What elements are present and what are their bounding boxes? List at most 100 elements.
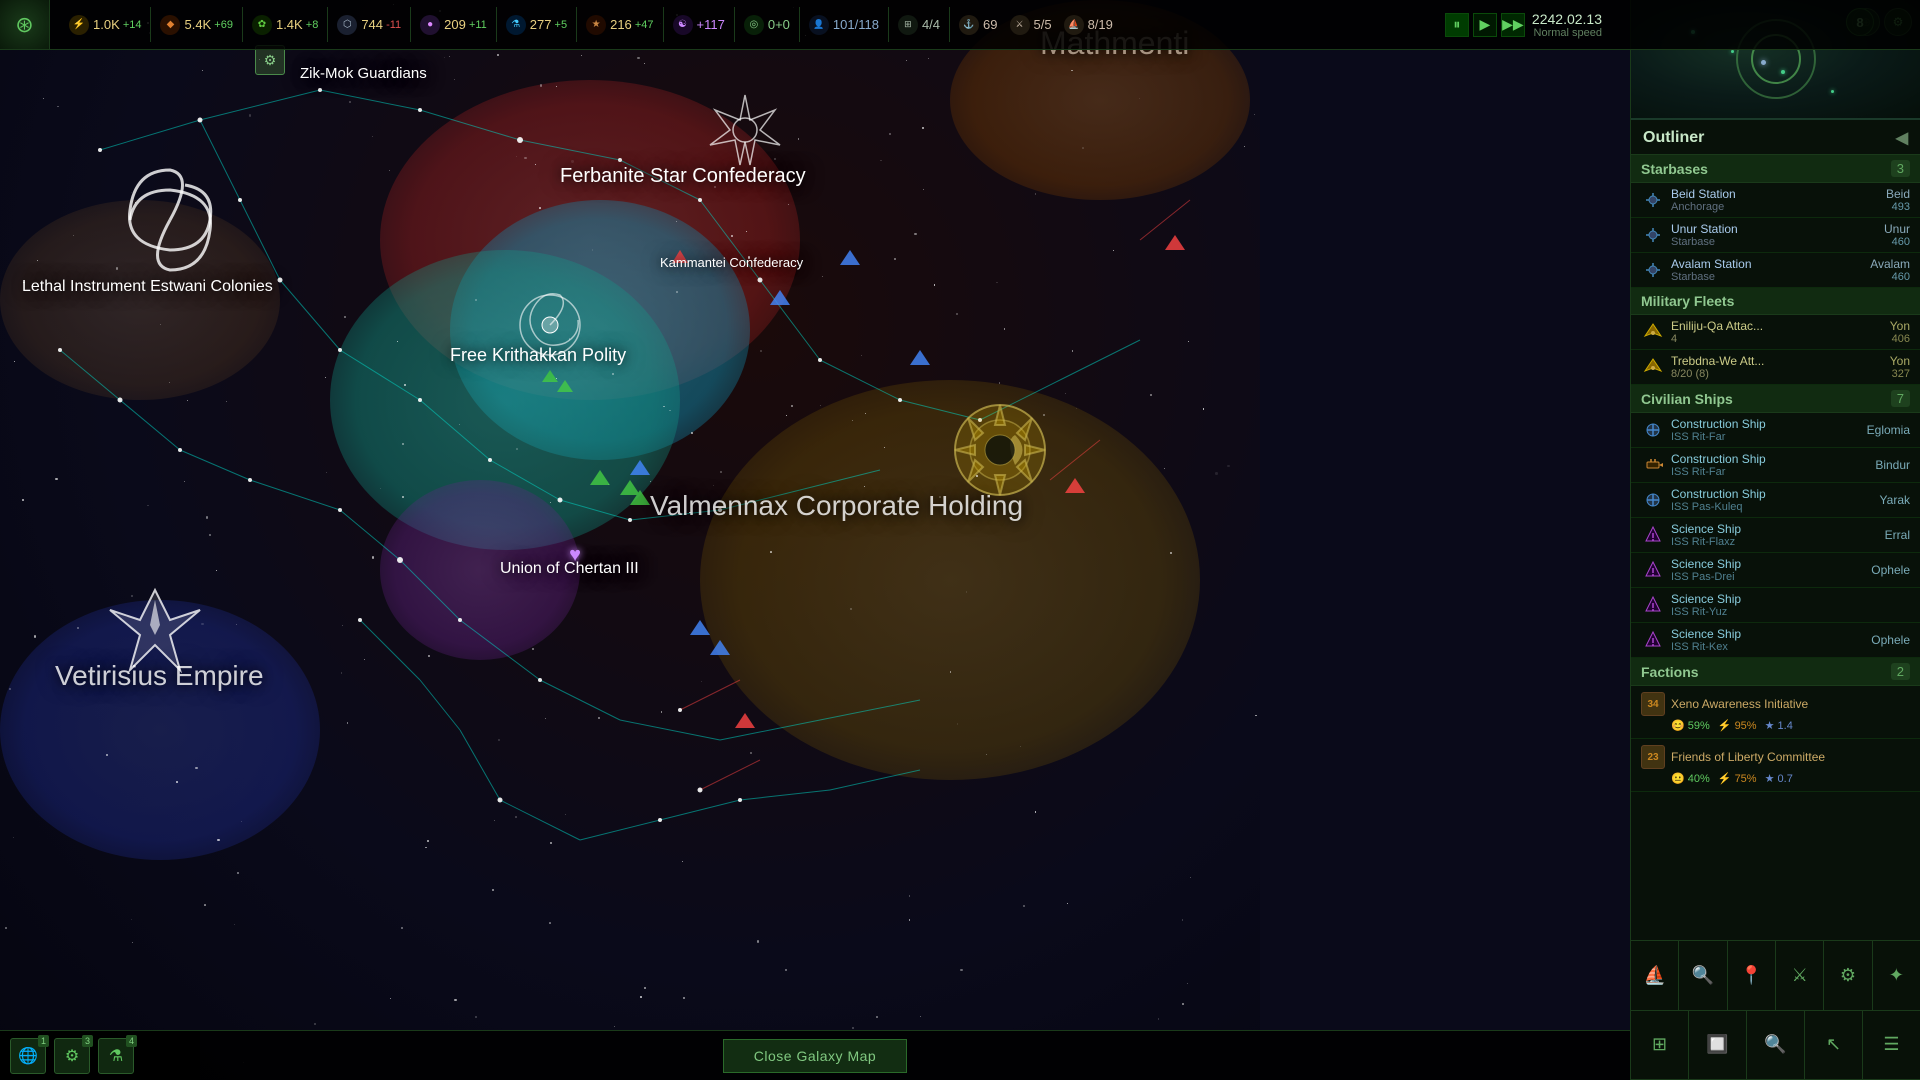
rpb-settings-button[interactable]: ⚙ xyxy=(1824,941,1872,1010)
rpb-search-button[interactable]: 🔍 xyxy=(1679,941,1727,1010)
pop-icon: 👤 xyxy=(809,15,829,35)
background-star xyxy=(37,260,38,261)
close-galaxy-button[interactable]: Close Galaxy Map xyxy=(723,1039,907,1073)
fleet-item-trebdna[interactable]: Trebdna-We Att... 8/20 (8) Yon 327 xyxy=(1631,350,1920,385)
military-fleets-section-header[interactable]: Military Fleets xyxy=(1631,288,1920,315)
civ-item-science-1[interactable]: Science Ship ISS Rit-Flaxz Erral xyxy=(1631,518,1920,553)
resource-ships2[interactable]: ⚔ 5/5 xyxy=(1010,15,1052,35)
background-star xyxy=(1244,146,1245,147)
rpb-home-button[interactable]: ↖ xyxy=(1805,1011,1863,1080)
background-star xyxy=(880,160,881,161)
lethal-logo xyxy=(115,165,225,275)
background-star xyxy=(923,189,924,190)
rpb-zoom-button[interactable]: 🔲 xyxy=(1689,1011,1747,1080)
starbase-item-unur[interactable]: Unur Station Starbase Unur 460 xyxy=(1631,218,1920,253)
resource-alloys[interactable]: ⬡ 744 -11 xyxy=(337,15,401,35)
resource-ships3[interactable]: ⛵ 8/19 xyxy=(1064,15,1113,35)
civ-item-science-2[interactable]: Science Ship ISS Pas-Drei Ophele xyxy=(1631,553,1920,588)
resource-cohesion[interactable]: ◎ 0+0 xyxy=(744,15,790,35)
civ-item-science-4[interactable]: Science Ship ISS Rit-Kex Ophele xyxy=(1631,623,1920,658)
resource-energy[interactable]: ⚡ 1.0K +14 xyxy=(69,15,141,35)
background-star xyxy=(689,512,690,513)
civilian-ships-section-header[interactable]: Civilian Ships 7 xyxy=(1631,385,1920,413)
starbases-section-header[interactable]: Starbases 3 xyxy=(1631,155,1920,183)
background-star xyxy=(169,382,170,383)
background-star xyxy=(397,341,398,342)
background-star xyxy=(454,79,455,80)
rpb-grid-button[interactable]: ⊞ xyxy=(1631,1011,1689,1080)
rpb-magnify-button[interactable]: 🔍 xyxy=(1747,1011,1805,1080)
background-star xyxy=(770,551,772,553)
resource-influence[interactable]: ★ 216 +47 xyxy=(586,15,653,35)
bottom-tech-button[interactable]: ⚗ 4 xyxy=(98,1038,134,1074)
background-star xyxy=(786,415,787,416)
outliner-collapse[interactable]: ◀ xyxy=(1896,128,1908,148)
construction-ship-icon-2 xyxy=(1641,453,1665,477)
outliner-content: Starbases 3 Beid Station Anchorage Beid xyxy=(1631,155,1920,792)
background-star xyxy=(569,338,570,339)
starbase-item-beid[interactable]: Beid Station Anchorage Beid 493 xyxy=(1631,183,1920,218)
fleet-icon-eniliju xyxy=(1641,320,1665,344)
minimap-player-dot xyxy=(1761,60,1766,65)
background-star xyxy=(515,816,516,817)
rpb-menu-button[interactable]: ☰ xyxy=(1863,1011,1920,1080)
background-star xyxy=(147,505,148,506)
faction-liberty-row1: 23 Friends of Liberty Committee xyxy=(1641,745,1910,769)
civ-construction-2-stats: Bindur xyxy=(1875,458,1910,472)
factions-section-header[interactable]: Factions 2 xyxy=(1631,658,1920,686)
faction-item-xeno[interactable]: 34 Xeno Awareness Initiative 😊 59% ⚡ 95%… xyxy=(1631,686,1920,739)
fleet-trebdna-name: Trebdna-We Att... xyxy=(1671,354,1890,368)
resource-consumer-goods[interactable]: ● 209 +11 xyxy=(420,15,487,35)
civ-construction-3-sub: ISS Pas-Kuleq xyxy=(1671,501,1880,513)
influence-income: +47 xyxy=(632,19,654,31)
civ-construction-1-loc: Eglomia xyxy=(1867,423,1910,437)
consumer-goods-value: 209 xyxy=(444,17,466,32)
food-value: 1.4K xyxy=(276,17,303,32)
background-star xyxy=(644,987,646,989)
civ-science-1-stats: Erral xyxy=(1885,528,1910,542)
background-star xyxy=(325,377,326,378)
rpb-combat-button[interactable]: ⚔ xyxy=(1776,941,1824,1010)
starbase-item-avalam[interactable]: Avalam Station Starbase Avalam 460 xyxy=(1631,253,1920,288)
background-star xyxy=(216,570,217,571)
civ-item-construction-3[interactable]: Construction Ship ISS Pas-Kuleq Yarak xyxy=(1631,483,1920,518)
pause-button[interactable]: ⏸ xyxy=(1445,13,1469,37)
rpb-star-button[interactable]: ✦ xyxy=(1873,941,1920,1010)
districts-icon: ⊞ xyxy=(898,15,918,35)
civ-item-construction-2[interactable]: Construction Ship ISS Rit-Far Bindur xyxy=(1631,448,1920,483)
empire-icon[interactable]: ⊛ xyxy=(0,0,50,50)
ships1-icon: ⚓ xyxy=(959,15,979,35)
background-star xyxy=(791,405,793,407)
slow-button[interactable]: ▶ xyxy=(1473,13,1497,37)
resource-minerals[interactable]: ◆ 5.4K +69 xyxy=(160,15,232,35)
civ-science-1-name: Science Ship xyxy=(1671,522,1885,536)
resource-districts[interactable]: ⊞ 4/4 xyxy=(898,15,940,35)
fleet-item-eniliju[interactable]: Eniliju-Qa Attac... 4 Yon 406 xyxy=(1631,315,1920,350)
resource-food[interactable]: ✿ 1.4K +8 xyxy=(252,15,318,35)
background-star xyxy=(492,889,494,891)
research-value: 277 xyxy=(530,17,552,32)
background-star xyxy=(1043,414,1045,416)
fleet-eniliju-stats: Yon 406 xyxy=(1890,319,1910,345)
resource-ships1[interactable]: ⚓ 69 xyxy=(959,15,997,35)
civ-science-4-sub: ISS Rit-Kex xyxy=(1671,641,1871,653)
unity-icon: ☯ xyxy=(673,15,693,35)
resource-research[interactable]: ⚗ 277 +5 xyxy=(506,15,567,35)
faction-item-liberty[interactable]: 23 Friends of Liberty Committee 😐 40% ⚡ … xyxy=(1631,739,1920,792)
civ-item-construction-1[interactable]: Construction Ship ISS Rit-Far Eglomia xyxy=(1631,413,1920,448)
background-star xyxy=(1067,903,1068,904)
fleet-eniliju-name: Eniliju-Qa Attac... xyxy=(1671,319,1890,333)
resource-pop[interactable]: 👤 101/118 xyxy=(809,15,879,35)
galaxy-map[interactable]: Ferbanite Star Confederacy Lethal Instru… xyxy=(0,0,1260,1080)
bottom-map-button[interactable]: 🌐 1 xyxy=(10,1038,46,1074)
valmennax-logo xyxy=(930,380,1070,520)
civ-item-science-3[interactable]: Science Ship ISS Rit-Yuz xyxy=(1631,588,1920,623)
bottom-policy-button[interactable]: ⚙ 3 xyxy=(54,1038,90,1074)
background-star xyxy=(909,919,911,921)
resource-unity[interactable]: ☯ +117 xyxy=(673,15,725,35)
rpb-pin-button[interactable]: 📍 xyxy=(1728,941,1776,1010)
faction-xeno-row1: 34 Xeno Awareness Initiative xyxy=(1641,692,1910,716)
fast-button[interactable]: ▶▶ xyxy=(1501,13,1525,37)
background-star xyxy=(131,919,132,920)
rpb-ship-button[interactable]: ⛵ xyxy=(1631,941,1679,1010)
